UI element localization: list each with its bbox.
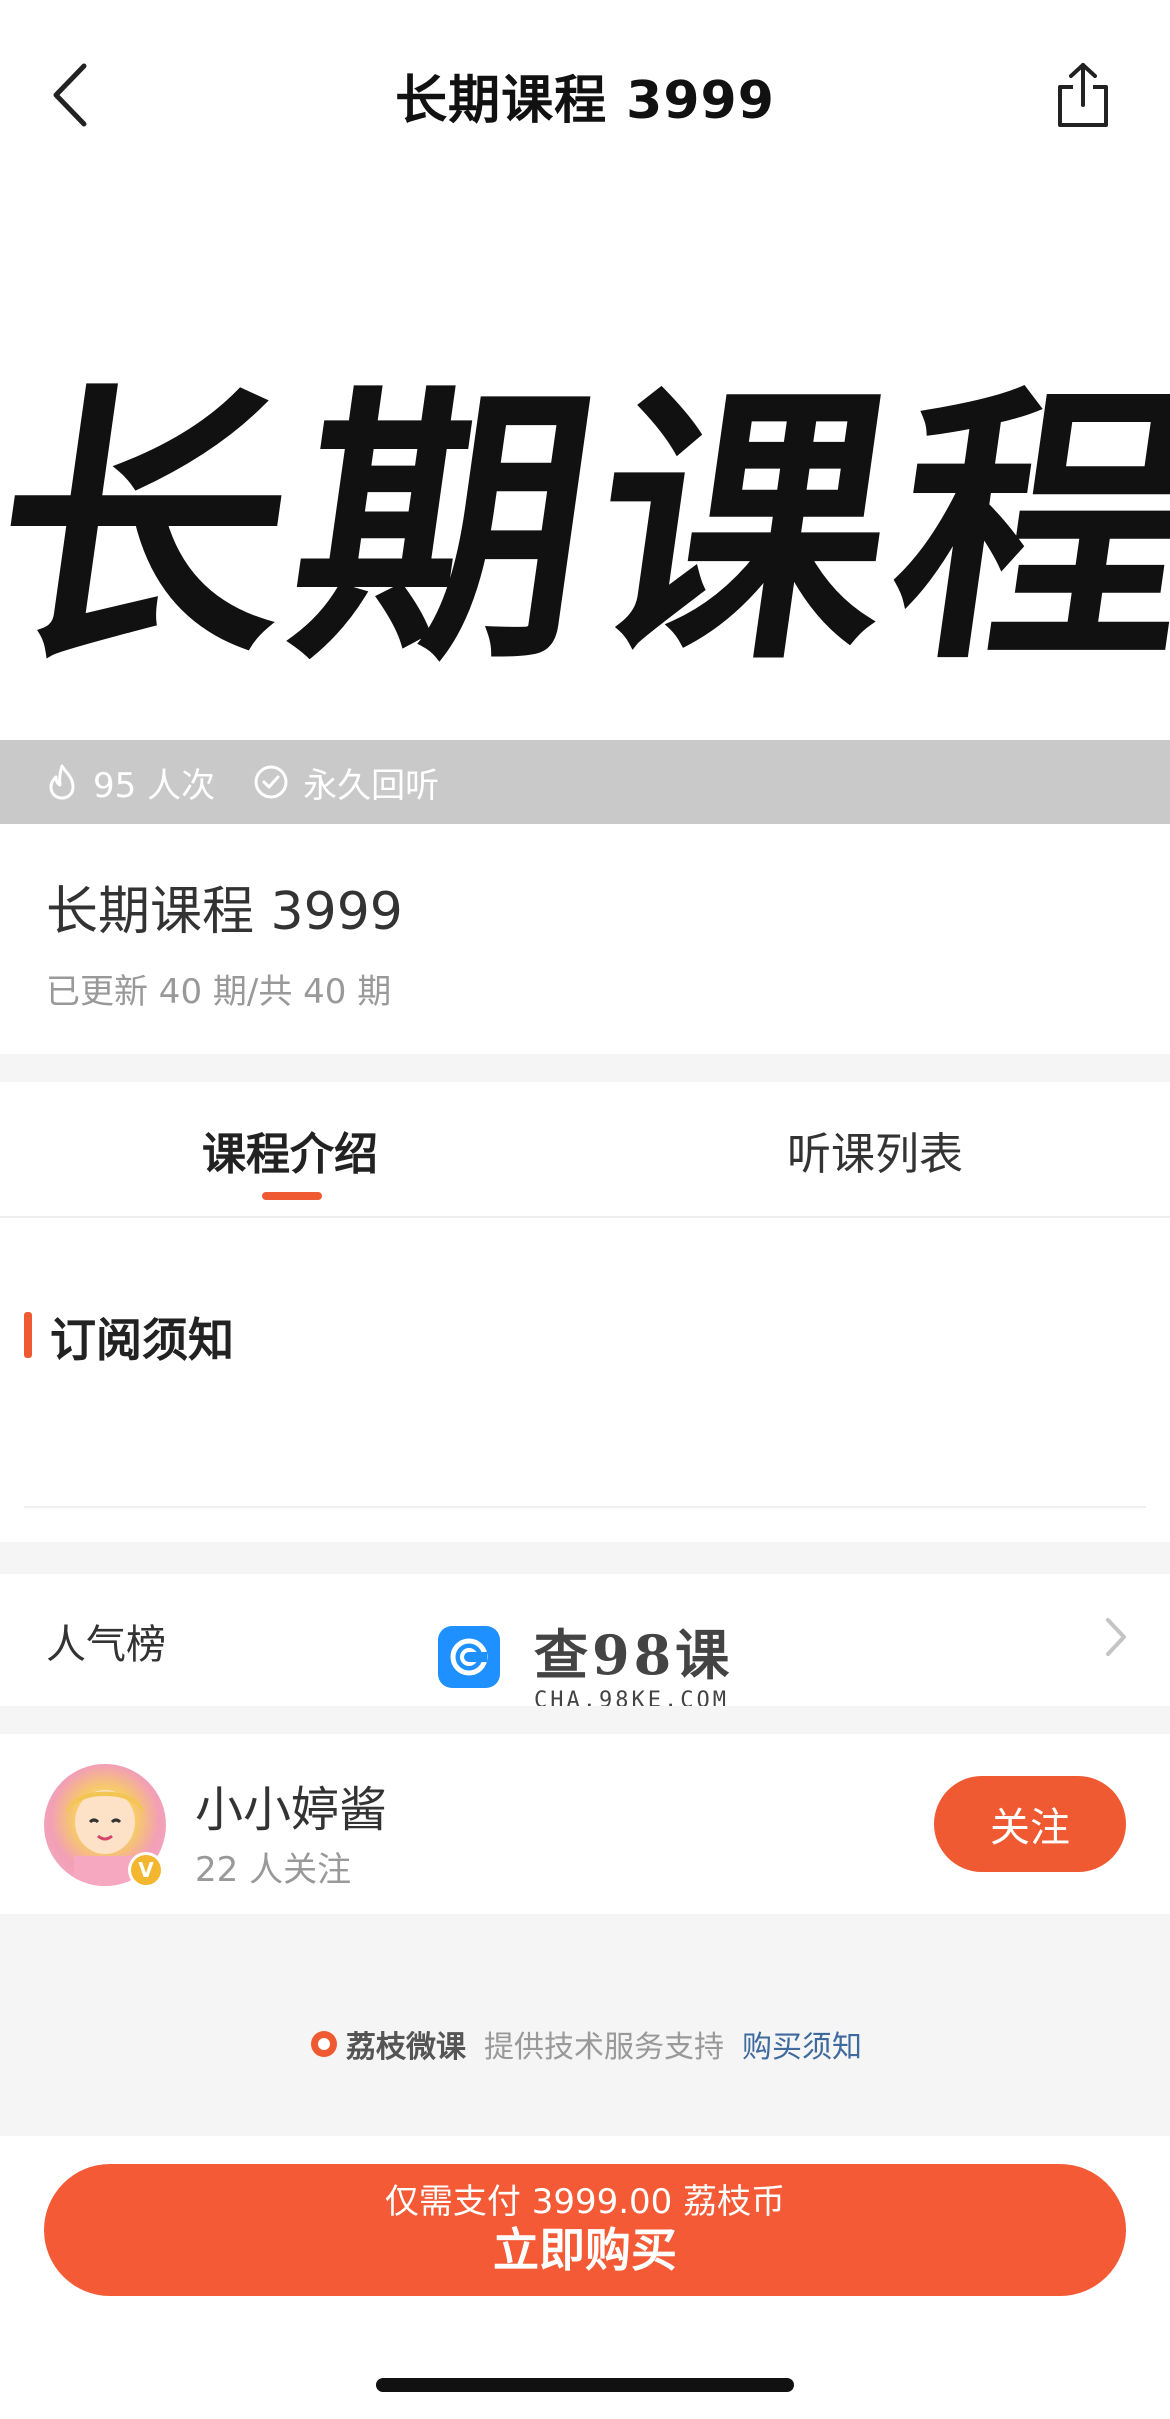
active-tab-indicator — [262, 1192, 322, 1200]
section-accent-bar — [24, 1312, 32, 1358]
verified-badge-icon: V — [128, 1852, 164, 1888]
share-icon — [1058, 63, 1108, 127]
share-button[interactable] — [1048, 55, 1118, 135]
support-text: 提供技术服务支持 — [484, 2030, 724, 2065]
divider-line — [24, 1506, 1146, 1508]
buy-now-button[interactable]: 仅需支付 3999.00 荔枝币 立即购买 — [44, 2164, 1126, 2296]
chevron-right-icon — [1106, 1618, 1126, 1656]
follow-button[interactable]: 关注 — [934, 1776, 1126, 1872]
section-divider — [0, 1542, 1170, 1574]
replay-text: 永久回听 — [303, 765, 440, 806]
lizhi-icon — [311, 2031, 337, 2057]
tab-bar: 课程介绍 听课列表 — [0, 1082, 1170, 1218]
course-title: 长期课程 3999 — [46, 882, 403, 942]
lizhi-brand: 荔枝微课 — [346, 2030, 466, 2065]
watermark: 查98课 CHA.98KE.COM — [438, 1626, 733, 1713]
subscribe-notice-section: 订阅须知 — [0, 1220, 1170, 1542]
popularity-row[interactable]: 人气榜 查98课 CHA.98KE.COM — [0, 1574, 1170, 1713]
purchase-notice-link[interactable]: 购买须知 — [742, 2022, 862, 2066]
watermark-text: 查98课 — [534, 1623, 734, 1687]
buy-price-text: 仅需支付 3999.00 荔枝币 — [384, 2182, 786, 2222]
section-divider — [0, 1706, 1170, 1734]
views-stat: 95 人次 — [45, 758, 215, 807]
flame-icon — [49, 764, 75, 800]
course-info: 长期课程 3999 已更新 40 期/共 40 期 — [0, 824, 1170, 1054]
svg-text:长期课程: 长期课程 — [0, 357, 1170, 698]
support-footer: 荔枝微课 提供技术服务支持 购买须知 — [0, 1914, 1170, 2136]
buy-now-label: 立即购买 — [493, 2223, 677, 2277]
notice-title: 订阅须知 — [50, 1313, 234, 1367]
author-name: 小小婷酱 — [195, 1782, 388, 1838]
check-circle-icon — [254, 765, 288, 799]
banner-calligraphy: 长期课程 — [0, 357, 1170, 698]
author-card: V 小小婷酱 22 人关注 关注 — [0, 1734, 1170, 1914]
page-title: 长期课程 3999 — [395, 71, 775, 131]
views-text: 95 人次 — [93, 765, 216, 806]
tab-lesson-list[interactable]: 听课列表 — [700, 1082, 1050, 1218]
section-divider — [0, 1054, 1170, 1082]
lizhi-logo: 荔枝微课 — [308, 2022, 466, 2066]
course-progress: 已更新 40 期/共 40 期 — [46, 972, 392, 1012]
author-followers: 22 人关注 — [195, 1850, 352, 1890]
stats-bar: 95 人次 永久回听 — [0, 740, 1170, 824]
home-indicator[interactable] — [376, 2378, 794, 2392]
top-nav-bar: 长期课程 3999 — [0, 0, 1170, 190]
bottom-action-bar: 仅需支付 3999.00 荔枝币 立即购买 — [0, 2136, 1170, 2419]
course-banner: 长期课程 — [0, 190, 1170, 740]
popularity-label: 人气榜 — [46, 1622, 166, 1668]
replay-stat: 永久回听 — [253, 758, 439, 807]
watermark-logo-icon — [438, 1626, 500, 1688]
